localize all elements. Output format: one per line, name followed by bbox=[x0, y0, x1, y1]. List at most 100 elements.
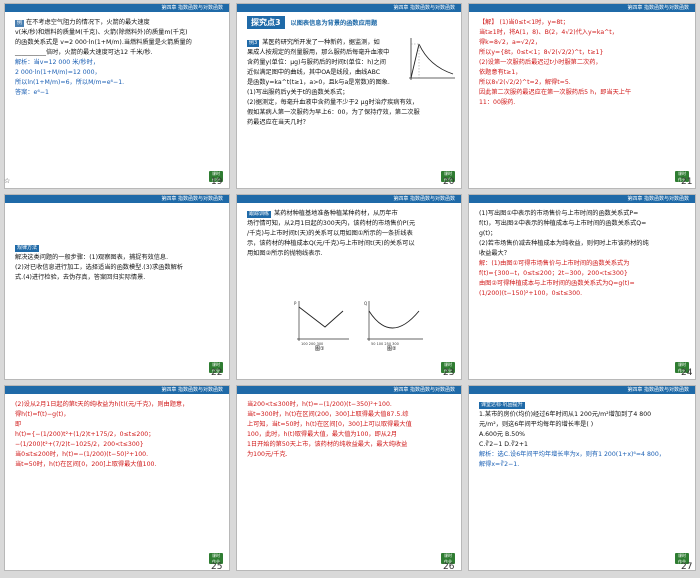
text-line: 用如图②所示的抛物线表示. bbox=[247, 250, 323, 257]
text-line: 元/m²，则这6年间平均每年的增长率是( ) bbox=[479, 421, 594, 428]
page-number: 24 bbox=[681, 368, 693, 378]
text-line: 收益最大？ bbox=[479, 250, 510, 257]
slide-19[interactable]: 第四章 指数函数与对数函数 例 在不考虑空气阻力的情况下，火箭的最大速度 v(米… bbox=[4, 3, 230, 189]
section-title: 以图表信息为背景的函数应用题 bbox=[290, 20, 378, 27]
page-number: 26 bbox=[443, 562, 455, 572]
text-line: 由图②可得种植成本与上市时间的函数关系式为Q=g(t)= bbox=[479, 280, 635, 287]
price-chart-figure: P 100 200 300 bbox=[294, 301, 349, 346]
text-line: __________倍时，火箭的最大速度可达12 千米/秒. bbox=[15, 49, 153, 56]
text-line: 课堂达标·巩固提升 bbox=[479, 400, 687, 410]
slide-body: 例 在不考虑空气阻力的情况下，火箭的最大速度 v(米/秒)和燃料的质量M(千克)… bbox=[15, 18, 221, 98]
slide-body: 【解】 (1)当0≤t<1时，y=8t； 当t≥1时，将A(1，8)、B(2，4… bbox=[479, 18, 687, 108]
text-line: 式.(4)进行检验，去伪存真，答案回归实际情景. bbox=[15, 274, 146, 281]
text-line: (2)对已收信息进行加工，选择适当的函数模型.(3)求函数解析 bbox=[15, 264, 183, 271]
slide-header: 第四章 指数函数与对数函数 bbox=[237, 4, 461, 12]
figure-2-caption: 图② bbox=[387, 346, 397, 352]
text-line: 上可知，当t=50时，h(t)在区间[0，300]上可以取得最大值 bbox=[247, 421, 412, 428]
text-line: (1/200)(t−150)²+100，0≤t≤300. bbox=[479, 290, 583, 297]
text-line: (2)设第一次服药后最迟过t小时服第二次药， bbox=[479, 59, 602, 66]
svg-text:Q: Q bbox=[364, 301, 367, 306]
section-heading: 探究点3 以图表信息为背景的函数应用题 bbox=[247, 16, 377, 29]
slide-body: (1)写出图①中表示的市场售价与上市时间的函数关系式P= f(t)，写出图②中表… bbox=[479, 209, 687, 299]
slide-body: 规律方法 解决这类问题的一般步骤：(1)观察图表，捕捉有效信息. (2)对已收信… bbox=[15, 243, 221, 283]
text-line: h(t)={−(1/200)t²+(1/2)t+175/2，0≤t≤200； bbox=[15, 431, 155, 438]
text-line: 假如某病人第一次服药为早上6：00，为了保持疗效，第二次服 bbox=[247, 109, 420, 116]
page-number: 25 bbox=[211, 562, 223, 572]
slide-23[interactable]: 第四章 指数函数与对数函数 跟踪训练 某药材种植基地准备种植某种药材，从历年市 场… bbox=[236, 194, 462, 380]
text-line: 11：00服药. bbox=[479, 99, 516, 106]
text-line: (2)设从2月1日起的第t天的纯收益为h(t)(元/千克)，则由题意， bbox=[15, 401, 189, 408]
slide-26[interactable]: 第四章 指数函数与对数函数 当200<t≤300时，h(t)=−(1/200)(… bbox=[236, 385, 462, 571]
text-line: 药最迟应在当天几时？ bbox=[247, 119, 309, 126]
text-line: 2 000·ln(1+M/m)=12 000， bbox=[15, 69, 101, 76]
text-line: 跟踪训练 某药材种植基地准备种植某种药材，从历年市 bbox=[247, 210, 398, 218]
text-line: (2)若市场售价减去种植成本为纯收益，则何时上市该药材的纯 bbox=[479, 240, 649, 247]
text-line: 100，此时，h(t)取得最大值，最大值为100，即从2月 bbox=[247, 431, 398, 438]
text-line: 得k=8√2，a=√2/2， bbox=[479, 39, 542, 46]
text-line: 所以8√2(√2/2)^t=2，解得t=5. bbox=[479, 79, 571, 86]
page-number: 21 bbox=[681, 177, 693, 187]
text-line: 解析：当v=12 000 米/秒时， bbox=[15, 59, 100, 66]
section-number: 探究点3 bbox=[247, 16, 285, 29]
text-line: 规律方法 bbox=[15, 243, 221, 253]
text-line: 解析：选C.设6年间平均年增长率为x，则有1 200(1+x)⁶=4 800， bbox=[479, 451, 665, 458]
text-line: 当0≤t≤200时，h(t)=−(1/200)(t−50)²+100. bbox=[15, 451, 149, 458]
text-line: 当200<t≤300时，h(t)=−(1/200)(t−350)²+100. bbox=[247, 401, 392, 408]
text-line: 1日开始的第50天上市，该药材的纯收益最大，最大纯收益 bbox=[247, 441, 408, 448]
slide-header: 第四章 指数函数与对数函数 bbox=[5, 4, 229, 12]
slide-header: 第四章 指数函数与对数函数 bbox=[5, 386, 229, 394]
text-line: 示，该药材的种植成本Q(元/千克)与上市时间t(天)的关系可以 bbox=[247, 240, 415, 247]
drug-curve-figure bbox=[409, 38, 455, 80]
text-line: 含药量y(单位：μg)与服药后的时间t(单位：h)之间 bbox=[247, 59, 386, 66]
page-number: 23 bbox=[443, 368, 455, 378]
text-line: (1)写出服药后y关于t的函数关系式； bbox=[247, 89, 349, 96]
slide-body: 跟踪训练 某药材种植基地准备种植某种药材，从历年市 场行情可知，从2月1日起的30… bbox=[247, 209, 453, 259]
slide-22[interactable]: 第四章 指数函数与对数函数 规律方法 解决这类问题的一般步骤：(1)观察图表，捕… bbox=[4, 194, 230, 380]
slide-21[interactable]: 第四章 指数函数与对数函数 【解】 (1)当0≤t<1时，y=8t； 当t≥1时… bbox=[468, 3, 696, 189]
text-line: 果成人按规定的剂量服用，那么服药后每毫升血液中 bbox=[247, 49, 390, 56]
slide-body: (2)设从2月1日起的第t天的纯收益为h(t)(元/千克)，则由题意， 得h(t… bbox=[15, 400, 221, 470]
slide-header: 第四章 指数函数与对数函数 bbox=[5, 195, 229, 203]
text-line: C.∛2−1 D.∛2+1 bbox=[479, 441, 528, 448]
text-line: f(t)，写出图②中表示的种植成本与上市时间的函数关系式Q= bbox=[479, 220, 647, 227]
text-line: 当t=300时，h(t)在区间(200，300]上取得最大值87.5.综 bbox=[247, 411, 409, 418]
cost-chart-figure: Q 50 100 250 300 bbox=[364, 301, 423, 346]
text-line: 答案：e⁶−1 bbox=[15, 89, 49, 96]
text-line: (2)据测定，每毫升血液中含药量不少于2 μg时治疗疾病有效， bbox=[247, 99, 419, 106]
page-number: 20 bbox=[443, 177, 455, 187]
text-line: 例3 某医药研究所开发了一种新药，据监测，如 bbox=[247, 39, 380, 47]
text-line: 当t≥1时，将A(1，8)、B(2，4√2)代入y=ka^t， bbox=[479, 29, 618, 36]
text-line: 解决这类问题的一般步骤：(1)观察图表，捕捉有效信息. bbox=[15, 254, 169, 261]
slide-header: 第四章 指数函数与对数函数 bbox=[469, 4, 695, 12]
page-number: 27 bbox=[681, 562, 693, 572]
text-line: 解得x=∛2−1. bbox=[479, 461, 520, 468]
slide-27[interactable]: 第四章 指数函数与对数函数 课堂达标·巩固提升 1.某市的房价(均价)经过6年时… bbox=[468, 385, 696, 571]
example-badge: 例 bbox=[15, 20, 25, 27]
text-line: g(t)； bbox=[479, 230, 497, 237]
quiz-tag: 课堂达标·巩固提升 bbox=[479, 402, 525, 409]
text-line: 当t=50时，h(t)在区间[0，200]上取得最大值100. bbox=[15, 461, 157, 468]
text-line: 所以y={8t，0≤t<1；8√2(√2/2)^t，t≥1} bbox=[479, 49, 604, 56]
slide-body: 当200<t≤300时，h(t)=−(1/200)(t−350)²+100. 当… bbox=[247, 400, 453, 460]
text-line: 【解】 (1)当0≤t<1时，y=8t； bbox=[479, 19, 569, 26]
text-line: 场行情可知，从2月1日起的300天内，该药材的市场售价P(元 bbox=[247, 220, 416, 227]
text-line: 的函数关系式是 v=2 000·ln(1+M/m).当燃料质量是火箭质量的 bbox=[15, 39, 192, 46]
slide-header: 第四章 指数函数与对数函数 bbox=[237, 386, 461, 394]
figure-1-caption: 图① bbox=[315, 346, 325, 352]
text-line: 为100元/千克. bbox=[247, 451, 288, 458]
practice-tag: 跟踪训练 bbox=[247, 211, 272, 218]
text-line: 依题意有t≥1， bbox=[479, 69, 522, 76]
svg-text:P: P bbox=[294, 301, 297, 306]
page-number: 19 bbox=[211, 177, 223, 187]
slide-25[interactable]: 第四章 指数函数与对数函数 (2)设从2月1日起的第t天的纯收益为h(t)(元/… bbox=[4, 385, 230, 571]
text-line: 得h(t)=f(t)−g(t)， bbox=[15, 411, 70, 418]
text-line: f(t)={300−t，0≤t≤200；2t−300，200<t≤300} bbox=[479, 270, 628, 277]
text-line: 例 在不考虑空气阻力的情况下，火箭的最大速度 bbox=[15, 19, 150, 27]
slide-24[interactable]: 第四章 指数函数与对数函数 (1)写出图①中表示的市场售价与上市时间的函数关系式… bbox=[468, 194, 696, 380]
text-line: 即 bbox=[15, 421, 22, 428]
method-tag: 规律方法 bbox=[15, 245, 40, 252]
slide-20[interactable]: 第四章 指数函数与对数函数 探究点3 以图表信息为背景的函数应用题 例3 某医药研… bbox=[236, 3, 462, 189]
text-line: 是函数y=ka^t(t≥1，a>0，且k与a是常数)的图象. bbox=[247, 79, 390, 86]
slide-body: 例3 某医药研究所开发了一种新药，据监测，如 果成人按规定的剂量服用，那么服药后每… bbox=[247, 38, 401, 88]
slide-header: 第四章 指数函数与对数函数 bbox=[469, 195, 695, 203]
